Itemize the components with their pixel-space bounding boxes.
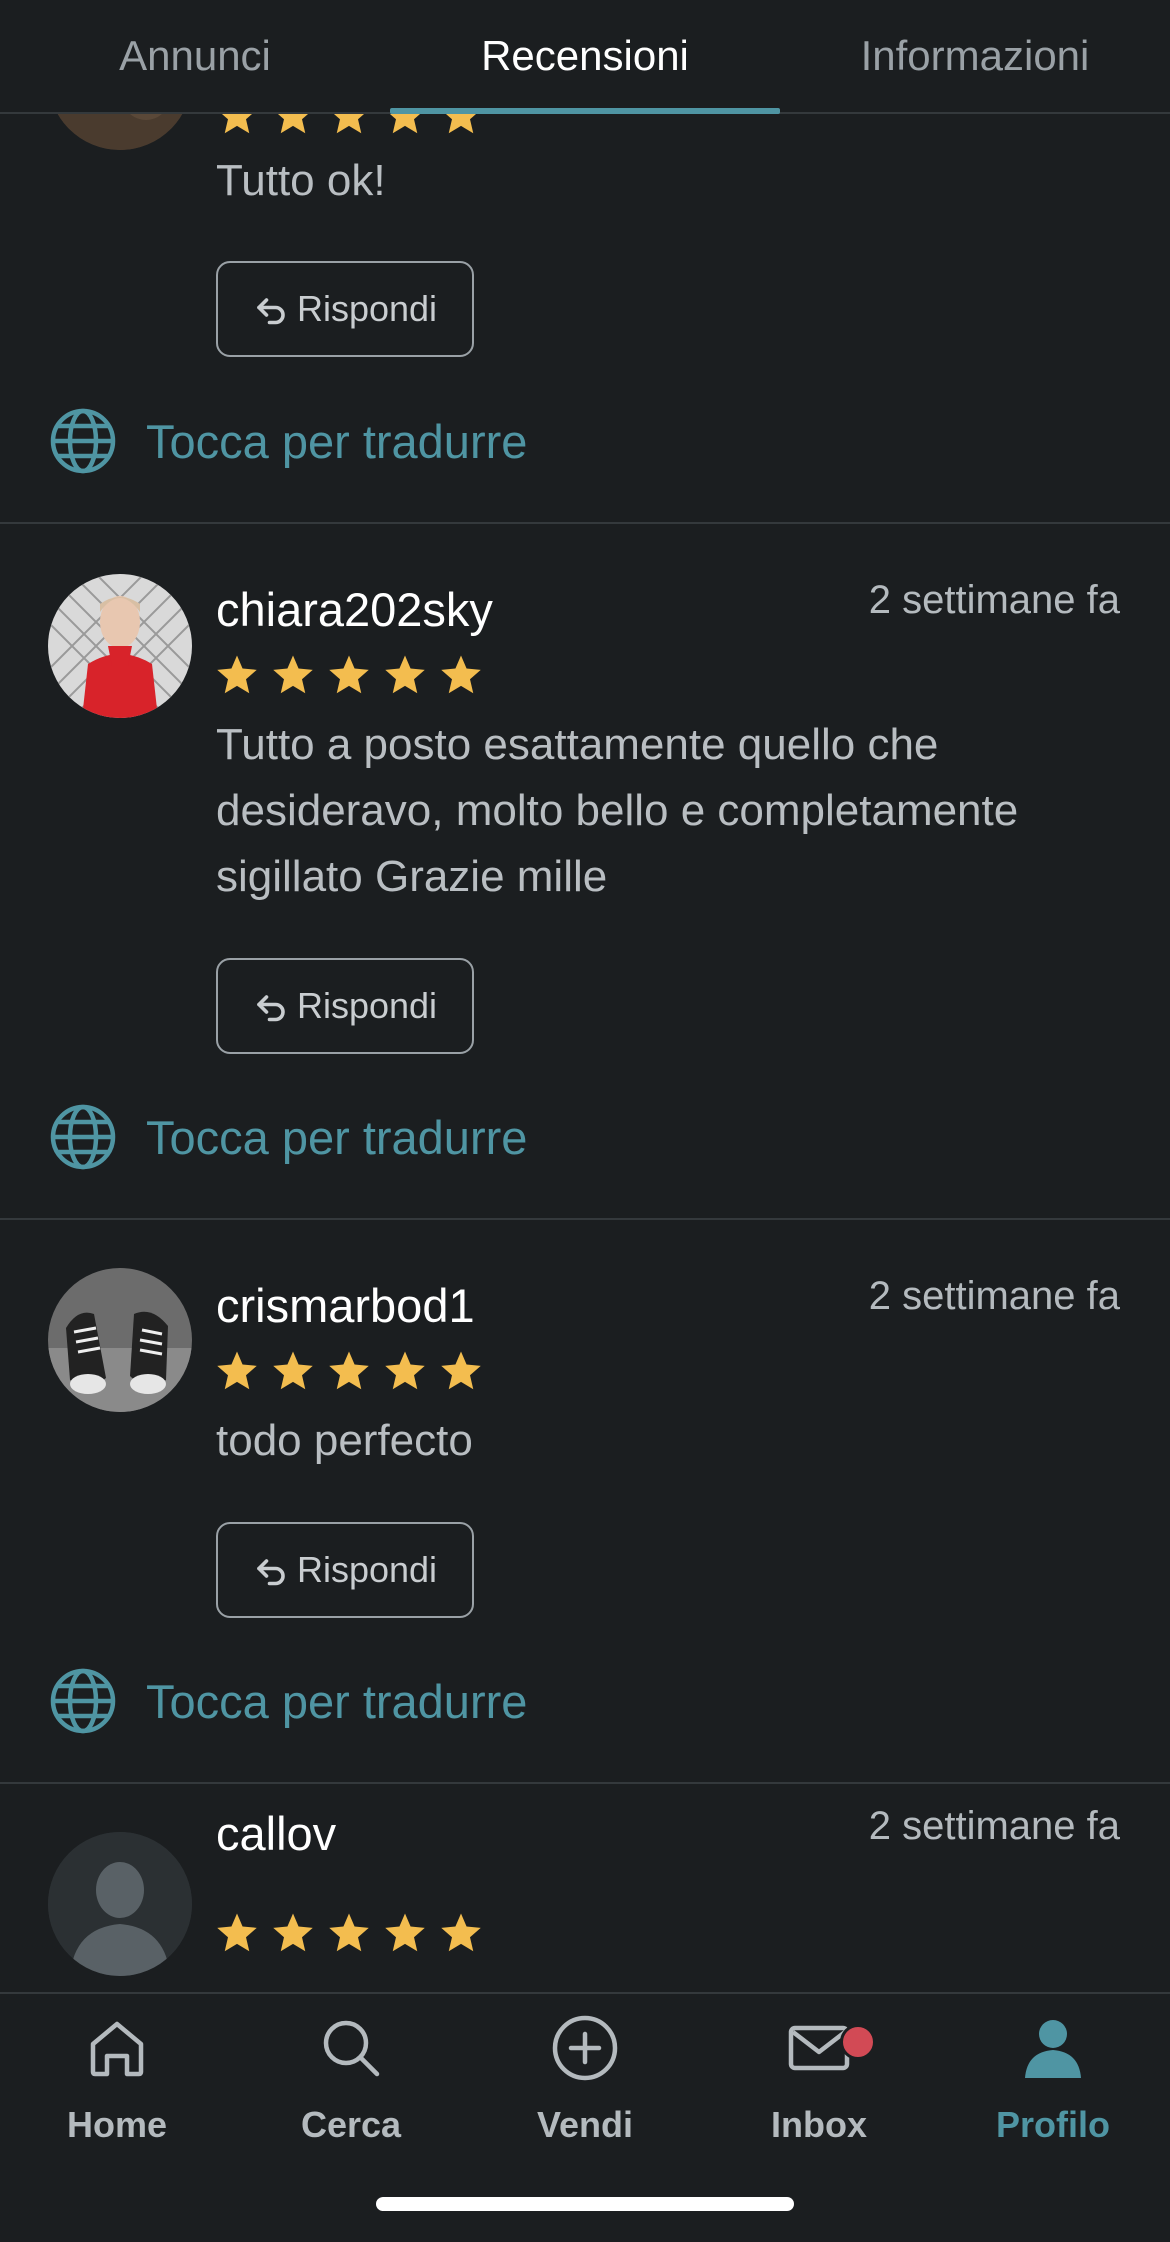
review-date: 2 settimane fa (868, 578, 1120, 622)
tab-informazioni[interactable]: Informazioni (780, 0, 1170, 112)
star-icon (438, 1910, 484, 1961)
nav-label: Profilo (996, 2104, 1110, 2145)
star-icon (326, 1910, 372, 1961)
star-icon (382, 1910, 428, 1961)
nav-home[interactable]: Home (0, 2012, 234, 2146)
globe-icon (50, 1668, 116, 1734)
nav-profilo[interactable]: Profilo (936, 2012, 1170, 2146)
star-icon (270, 652, 316, 703)
user-avatar[interactable] (48, 1832, 192, 1976)
reply-icon (257, 995, 285, 1022)
globe-icon (50, 1104, 116, 1170)
star-icon (270, 1348, 316, 1399)
reply-label: Rispondi (296, 1549, 438, 1590)
rating-stars (214, 652, 484, 703)
user-avatar[interactable] (48, 574, 192, 718)
nav-label: Vendi (536, 2104, 634, 2145)
nav-vendi[interactable]: Vendi (468, 2012, 702, 2146)
review-date: 2 settimane fa (868, 1804, 1120, 1848)
review-text: Tutto ok! (216, 156, 386, 205)
home-icon (90, 2021, 144, 2077)
translate-label: Tocca per tradurre (146, 1674, 528, 1728)
nav-inbox[interactable]: Inbox (702, 2012, 936, 2146)
profile-icon (1025, 2020, 1081, 2078)
home-indicator (376, 2197, 794, 2211)
reply-button[interactable]: Rispondi (216, 1522, 474, 1618)
star-icon (214, 652, 260, 703)
review-card: chiara202sky 2 settimane fa Tutto a post… (0, 524, 1170, 1220)
translate-link[interactable]: Tocca per tradurre (48, 406, 527, 476)
reply-label: Rispondi (296, 985, 438, 1026)
notification-badge (840, 2024, 876, 2060)
star-icon (326, 652, 372, 703)
nav-label: Home (66, 2104, 168, 2145)
star-icon (382, 1348, 428, 1399)
search-icon (323, 2020, 380, 2077)
profile-tabs: Annunci Recensioni Informazioni (0, 0, 1170, 114)
reply-button[interactable]: Rispondi (216, 958, 474, 1054)
translate-link[interactable]: Tocca per tradurre (48, 1666, 527, 1736)
rating-stars (214, 1348, 484, 1399)
review-date: 2 settimane fa (868, 1274, 1120, 1318)
star-icon (438, 1348, 484, 1399)
globe-icon (50, 408, 116, 474)
translate-link[interactable]: Tocca per tradurre (48, 1102, 527, 1172)
review-username[interactable]: chiara202sky (216, 582, 493, 637)
nav-label: Inbox (771, 2104, 867, 2145)
plus-circle-icon (552, 2015, 618, 2081)
nav-cerca[interactable]: Cerca (234, 2012, 468, 2146)
star-icon (214, 1910, 260, 1961)
review-text: Tutto a posto esattamente quello che des… (216, 720, 1019, 901)
star-icon (326, 1348, 372, 1399)
reviews-list[interactable]: Tutto ok! Rispondi Tocca per tradurre ch… (0, 0, 1170, 1994)
translate-label: Tocca per tradurre (146, 1110, 528, 1164)
reply-label: Rispondi (296, 288, 438, 329)
review-card: crismarbod1 2 settimane fa todo perfecto… (0, 1220, 1170, 1784)
star-icon (382, 652, 428, 703)
translate-label: Tocca per tradurre (146, 414, 528, 468)
tab-annunci[interactable]: Annunci (0, 0, 390, 112)
reply-icon (257, 1559, 285, 1586)
review-text: todo perfecto (216, 1416, 473, 1465)
star-icon (270, 1910, 316, 1961)
default-avatar-icon (48, 1832, 192, 1976)
review-card: callov 2 settimane fa (0, 1784, 1170, 1994)
review-username[interactable]: callov (216, 1806, 336, 1861)
user-avatar[interactable] (48, 1268, 192, 1412)
tab-recensioni[interactable]: Recensioni (390, 0, 780, 114)
review-username[interactable]: crismarbod1 (216, 1278, 475, 1333)
rating-stars (214, 1910, 484, 1961)
screen: Tutto ok! Rispondi Tocca per tradurre ch… (0, 0, 1170, 2242)
reply-icon (257, 298, 285, 325)
star-icon (214, 1348, 260, 1399)
star-icon (438, 652, 484, 703)
reply-button[interactable]: Rispondi (216, 261, 474, 357)
nav-label: Cerca (300, 2104, 402, 2145)
